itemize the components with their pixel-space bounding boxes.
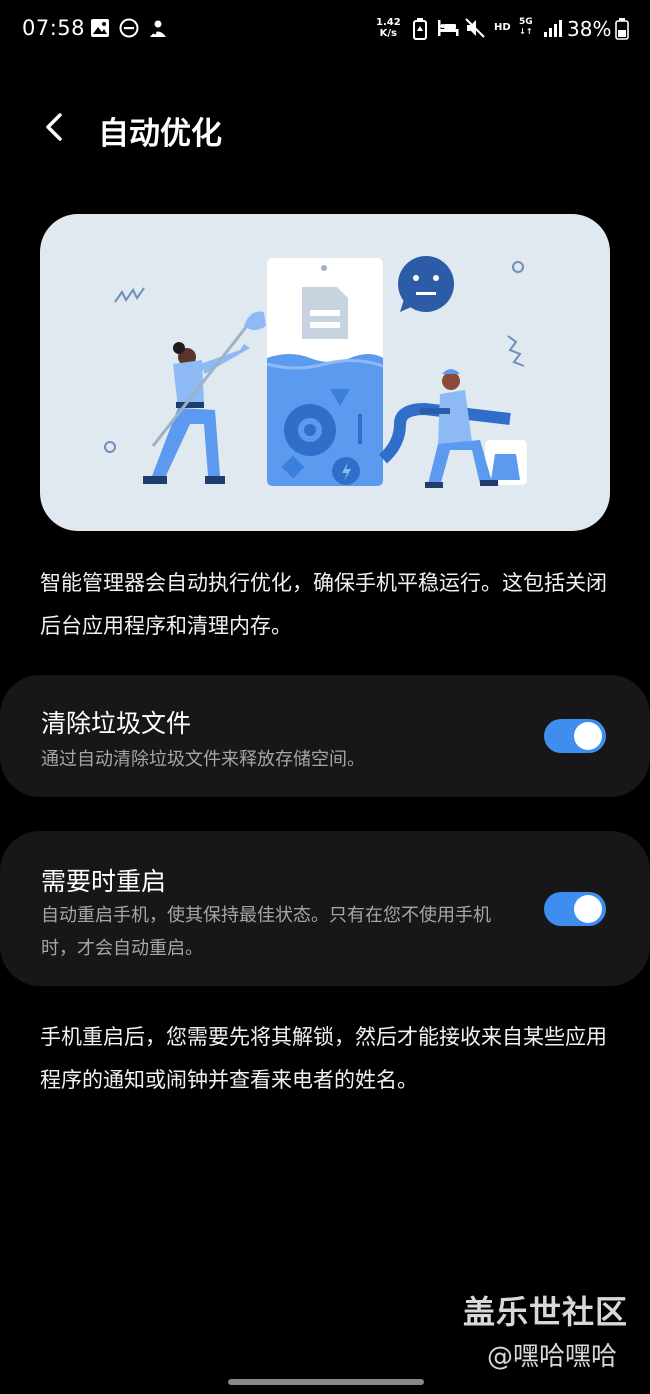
network-speed-value: 1.42 <box>376 17 401 28</box>
data-arrows-icon: ↓↑ <box>519 27 533 36</box>
setting-title: 清除垃圾文件 <box>41 709 192 738</box>
auto-optimization-illustration <box>40 214 610 531</box>
battery-percentage: 38% <box>567 17 612 41</box>
battery-icon <box>615 18 629 40</box>
network-type: 5G ↓↑ <box>519 17 533 37</box>
setting-subtitle: 通过自动清除垃圾文件来释放存储空间。 <box>41 749 365 770</box>
restart-when-needed-toggle[interactable] <box>544 892 606 926</box>
notification-app-icon <box>150 20 166 37</box>
restart-note: 手机重启后，您需要先将其解锁，然后才能接收来自某些应用程序的通知或闹钟并查看来电… <box>40 1025 607 1092</box>
signal-icon <box>544 20 562 37</box>
home-indicator[interactable] <box>228 1379 424 1385</box>
mute-icon <box>465 18 485 38</box>
page-title: 自动优化 <box>98 116 222 152</box>
status-bar: 07:58 1.42 K/s HD 5G ↓↑ 38% <box>0 0 650 60</box>
optimization-description: 智能管理器会自动执行优化，确保手机平稳运行。这包括关闭后台应用程序和清理内存。 <box>40 571 607 638</box>
setting-title: 需要时重启 <box>41 867 167 896</box>
network-speed-unit: K/s <box>379 28 398 39</box>
toggle-knob <box>574 722 602 750</box>
gallery-icon <box>91 19 109 37</box>
watermark-username: @嘿哈嘿哈 <box>487 1342 618 1372</box>
status-time: 07:58 <box>22 16 86 40</box>
setting-clear-junk-files[interactable]: 清除垃圾文件 通过自动清除垃圾文件来释放存储空间。 <box>0 675 650 797</box>
battery-saver-icon <box>413 18 427 40</box>
watermark-community: 盖乐世社区 <box>463 1293 629 1331</box>
back-button[interactable] <box>36 105 76 149</box>
sleep-mode-icon <box>438 20 459 36</box>
network-type-label: 5G <box>519 17 533 27</box>
setting-subtitle: 自动重启手机，使其保持最佳状态。只有在您不使用手机时，才会自动重启。 <box>41 905 491 959</box>
illustration-artwork <box>104 256 527 488</box>
network-speed: 1.42 K/s <box>376 17 401 39</box>
clear-junk-files-toggle[interactable] <box>544 719 606 753</box>
hd-voice-indicator: HD <box>494 22 511 33</box>
do-not-disturb-icon <box>119 18 139 38</box>
chevron-left-icon <box>46 113 62 141</box>
setting-restart-when-needed[interactable]: 需要时重启 自动重启手机，使其保持最佳状态。只有在您不使用手机时，才会自动重启。 <box>0 831 650 986</box>
toggle-knob <box>574 895 602 923</box>
